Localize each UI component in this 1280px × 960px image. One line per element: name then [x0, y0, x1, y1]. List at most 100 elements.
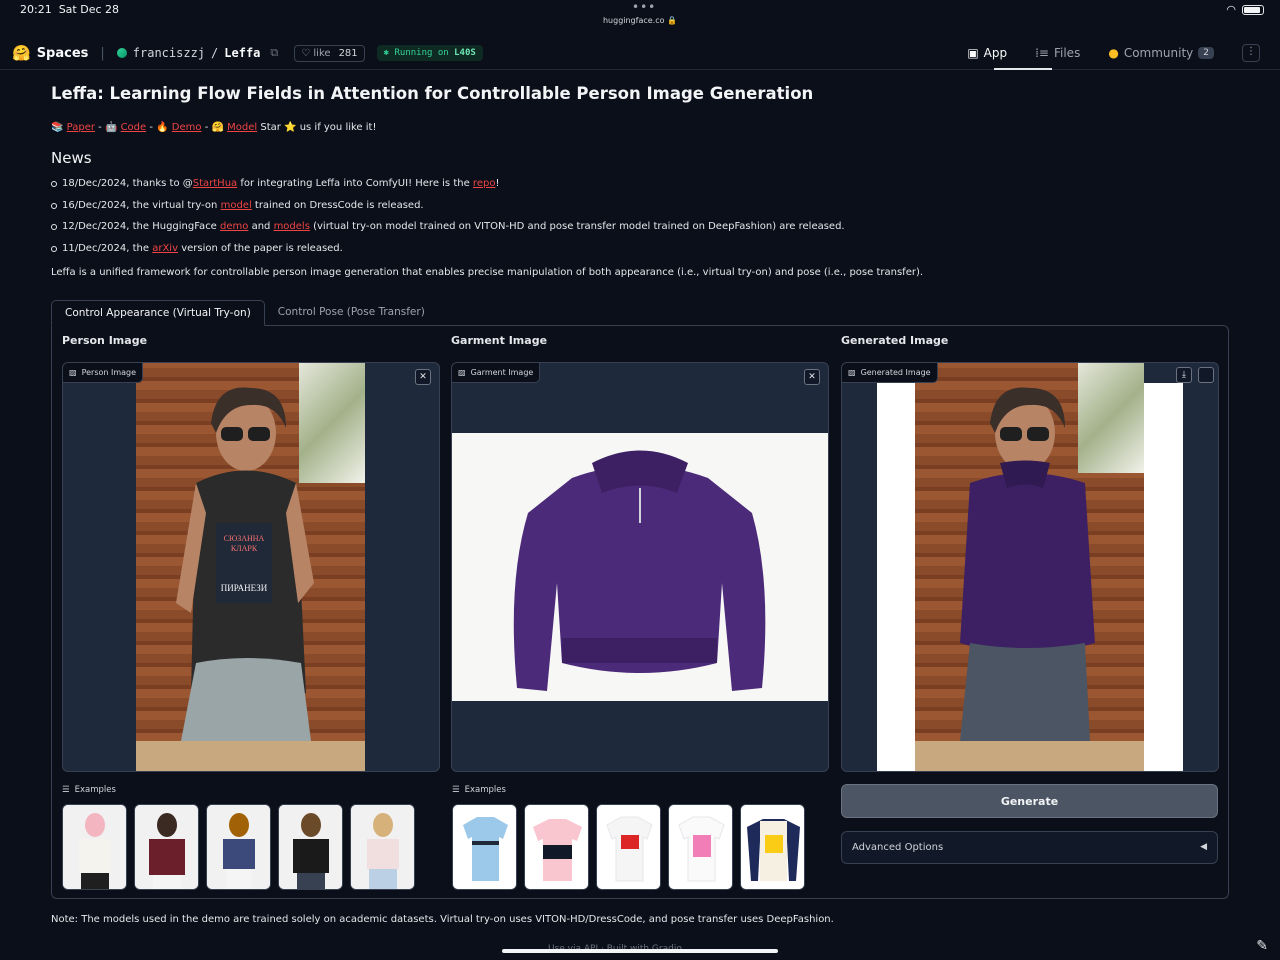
page-title: Leffa: Learning Flow Fields in Attention…	[51, 84, 814, 103]
example-thumbnail[interactable]	[278, 804, 343, 890]
demo-link[interactable]: Demo	[172, 122, 202, 133]
garment-image-label: Garment Image	[451, 334, 548, 347]
paper-link[interactable]: Paper	[67, 122, 95, 133]
cube-icon: ▣	[967, 46, 979, 60]
community-count-badge: 2	[1198, 47, 1214, 59]
tab-virtual-try-on[interactable]: Control Appearance (Virtual Try-on)	[51, 300, 265, 326]
repo-link[interactable]: repo	[473, 178, 496, 189]
hf-logo-icon[interactable]: 🤗	[12, 44, 31, 62]
person-image-label: Person Image	[62, 334, 148, 347]
like-button[interactable]: ♡ like 281	[294, 44, 365, 62]
intro-text: Leffa is a unified framework for control…	[51, 267, 924, 278]
person-image-upload[interactable]: ▨ Person Image ✕ СЮЗАННА КЛАРК ПИРАНЕЗИ	[62, 362, 440, 772]
heart-icon: ♡ like	[301, 47, 331, 59]
mode-tabs: Control Appearance (Virtual Try-on) Cont…	[51, 300, 438, 326]
generated-figure	[915, 387, 1144, 771]
robot-icon: 🤖	[104, 122, 118, 133]
url-bar[interactable]: huggingface.co 🔒	[0, 16, 1280, 25]
list-item: 16/Dec/2024, the virtual try-on model tr…	[51, 195, 1229, 217]
svg-text:КЛАРК: КЛАРК	[231, 544, 258, 553]
news-heading: News	[51, 149, 92, 167]
tab-app[interactable]: ▣ App	[967, 46, 1007, 60]
example-thumbnail[interactable]	[62, 804, 127, 890]
clear-image-button[interactable]: ✕	[804, 369, 820, 385]
svg-text:ПИРАНЕЗИ: ПИРАНЕЗИ	[221, 583, 268, 593]
person-image-chip: ▨ Person Image	[63, 363, 144, 383]
fire-icon: 🔥	[156, 122, 169, 133]
models-link[interactable]: models	[274, 221, 310, 232]
generated-image-chip: ▨ Generated Image	[842, 363, 938, 383]
generated-image-output: ▨ Generated Image ⤓	[841, 362, 1219, 772]
repo-link[interactable]: Leffa	[224, 46, 260, 60]
person-figure: СЮЗАННА КЛАРК ПИРАНЕЗИ	[136, 387, 365, 771]
system-icons: ◠	[1226, 3, 1264, 16]
example-thumbnail[interactable]	[206, 804, 271, 890]
news-list: 18/Dec/2024, thanks to @StartHua for int…	[51, 173, 1229, 259]
wifi-icon: ◠	[1226, 3, 1236, 16]
caret-left-icon: ◀	[1200, 842, 1207, 852]
battery-icon	[1242, 4, 1264, 15]
owner-link[interactable]: franciszzj	[133, 46, 205, 60]
fullscreen-icon[interactable]	[1198, 367, 1214, 383]
hf-header: 🤗 Spaces | franciszzj / Leffa ⧉ ♡ like 2…	[0, 36, 1280, 70]
owner-avatar[interactable]	[116, 48, 127, 58]
community-icon: ●	[1108, 46, 1119, 60]
dresscode-model-link[interactable]: model	[221, 200, 252, 211]
spaces-link[interactable]: Spaces	[37, 46, 89, 61]
download-icon[interactable]: ⤓	[1176, 367, 1192, 383]
like-count: 281	[338, 47, 358, 59]
generated-image-label: Generated Image	[841, 334, 949, 347]
code-link[interactable]: Code	[121, 122, 147, 133]
note-text: Note: The models used in the demo are tr…	[51, 914, 834, 925]
running-status-badge[interactable]: ✱ Running on L40S	[376, 45, 483, 61]
list-item: 12/Dec/2024, the HuggingFace demo and mo…	[51, 216, 1229, 238]
tab-pose-transfer[interactable]: Control Pose (Pose Transfer)	[265, 300, 438, 326]
main-content: Leffa: Learning Flow Fields in Attention…	[51, 84, 1229, 278]
garment-examples-label: ☰ Examples	[452, 785, 506, 795]
tab-community[interactable]: ● Community 2	[1108, 46, 1214, 60]
files-icon: ⁞≡	[1035, 46, 1049, 60]
clear-image-button[interactable]: ✕	[415, 369, 431, 385]
list-item: 18/Dec/2024, thanks to @StartHua for int…	[51, 173, 1229, 195]
svg-text:СЮЗАННА: СЮЗАННА	[224, 534, 265, 543]
image-icon: ▨	[69, 368, 77, 377]
home-indicator[interactable]	[502, 949, 778, 953]
garment-photo	[452, 433, 828, 701]
separator: |	[100, 45, 105, 61]
hugging-face-icon: 🤗	[211, 122, 224, 133]
status-bar: 20:21 Sat Dec 28 ••• huggingface.co 🔒 ◠	[0, 0, 1280, 34]
copy-icon[interactable]: ⧉	[270, 46, 278, 60]
advanced-options-accordion[interactable]: Advanced Options ◀	[841, 831, 1218, 864]
pencil-icon[interactable]: ✎	[1256, 938, 1268, 954]
image-icon: ▨	[458, 368, 466, 377]
image-icon: ▨	[848, 368, 856, 377]
example-thumbnail[interactable]	[524, 804, 589, 890]
example-thumbnail[interactable]	[134, 804, 199, 890]
example-thumbnail[interactable]	[452, 804, 517, 890]
example-thumbnail[interactable]	[668, 804, 733, 890]
list-icon: ☰	[62, 785, 70, 795]
star-icon: ⭐	[284, 122, 297, 133]
starthua-link[interactable]: StartHua	[193, 178, 237, 189]
garment-image-chip: ▨ Garment Image	[452, 363, 541, 383]
browser-menu-dots[interactable]: •••	[632, 0, 656, 14]
active-tab-indicator	[994, 68, 1052, 70]
list-icon: ☰	[452, 785, 460, 795]
status-time: 20:21 Sat Dec 28	[20, 3, 120, 16]
person-examples-label: ☰ Examples	[62, 785, 116, 795]
garment-image-upload[interactable]: ▨ Garment Image ✕	[451, 362, 829, 772]
books-icon: 📚	[51, 122, 64, 133]
example-thumbnail[interactable]	[350, 804, 415, 890]
tab-files[interactable]: ⁞≡ Files	[1035, 46, 1080, 60]
path-slash: /	[211, 46, 219, 60]
person-examples	[62, 804, 415, 890]
garment-examples	[452, 804, 805, 890]
hf-demo-link[interactable]: demo	[220, 221, 248, 232]
arxiv-link[interactable]: arXiv	[152, 243, 178, 254]
generate-button[interactable]: Generate	[841, 784, 1218, 818]
example-thumbnail[interactable]	[740, 804, 805, 890]
example-thumbnail[interactable]	[596, 804, 661, 890]
model-link[interactable]: Model	[227, 122, 257, 133]
more-options-icon[interactable]: ⋮	[1242, 44, 1260, 62]
list-item: 11/Dec/2024, the arXiv version of the pa…	[51, 238, 1229, 260]
